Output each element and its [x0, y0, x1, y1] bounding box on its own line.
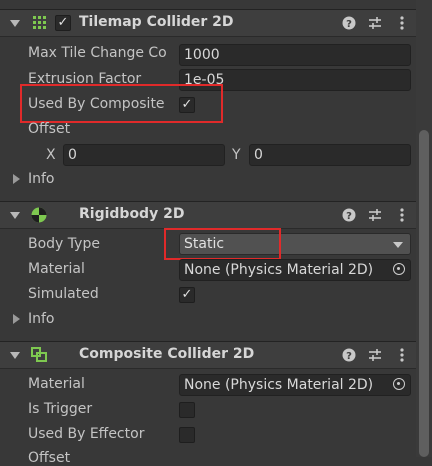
- scrollbar-thumb[interactable]: [419, 130, 429, 457]
- simulated-label: Simulated: [28, 286, 99, 302]
- svg-text:?: ?: [346, 211, 352, 222]
- object-picker-icon[interactable]: [393, 378, 405, 390]
- foldout-open-icon[interactable]: [10, 352, 20, 359]
- is-trigger-label: Is Trigger: [28, 401, 93, 417]
- svg-text:?: ?: [346, 351, 352, 362]
- more-options-icon[interactable]: [395, 348, 409, 362]
- composite-collider-header[interactable]: Composite Collider 2D ?: [0, 341, 416, 369]
- rigidbody-header[interactable]: Rigidbody 2D ?: [0, 201, 416, 229]
- material-value: None (Physics Material 2D): [184, 262, 374, 278]
- offset-label: Offset: [28, 121, 71, 137]
- offset-label: Offset: [28, 450, 71, 466]
- foldout-open-icon[interactable]: [10, 212, 20, 219]
- material-field[interactable]: None (Physics Material 2D): [179, 374, 411, 396]
- composite-collider-icon: [31, 347, 47, 362]
- offset-y-field[interactable]: 0: [249, 144, 411, 166]
- preset-icon[interactable]: [368, 16, 382, 30]
- used-by-effector-checkbox[interactable]: [179, 427, 195, 443]
- highlight-box-body-type: [164, 228, 281, 260]
- info-foldout-label[interactable]: Info: [28, 311, 55, 327]
- info-foldout-label[interactable]: Info: [28, 171, 55, 187]
- max-tile-change-label: Max Tile Change Co: [28, 45, 167, 61]
- material-label: Material: [28, 376, 85, 392]
- component-title: Tilemap Collider 2D: [79, 14, 234, 30]
- max-tile-change-field[interactable]: 1000: [179, 44, 411, 66]
- info-foldout-icon[interactable]: [13, 174, 20, 184]
- offset-y-label: Y: [232, 147, 241, 163]
- is-trigger-checkbox[interactable]: [179, 402, 195, 418]
- material-field[interactable]: None (Physics Material 2D): [179, 259, 411, 281]
- foldout-open-icon[interactable]: [10, 20, 20, 27]
- tilemap-collider-header[interactable]: ✓ Tilemap Collider 2D ?: [0, 9, 416, 37]
- material-label: Material: [28, 261, 85, 277]
- offset-x-label: X: [46, 147, 56, 163]
- svg-text:?: ?: [346, 19, 352, 30]
- more-options-icon[interactable]: [395, 208, 409, 222]
- chevron-down-icon: [393, 242, 403, 248]
- tilemap-collider-icon: [33, 16, 46, 29]
- rigidbody-icon: [31, 207, 47, 223]
- body-type-label: Body Type: [28, 236, 100, 252]
- offset-x-field[interactable]: 0: [63, 144, 225, 166]
- highlight-box-used-by-composite: [20, 84, 223, 123]
- more-options-icon[interactable]: [395, 16, 409, 30]
- component-title: Rigidbody 2D: [79, 206, 185, 222]
- component-title: Composite Collider 2D: [79, 346, 255, 362]
- simulated-checkbox[interactable]: ✓: [179, 287, 195, 303]
- component-enabled-checkbox[interactable]: ✓: [55, 15, 71, 31]
- help-icon[interactable]: ?: [342, 208, 356, 222]
- info-foldout-icon[interactable]: [13, 314, 20, 324]
- help-icon[interactable]: ?: [342, 348, 356, 362]
- help-icon[interactable]: ?: [342, 16, 356, 30]
- used-by-effector-label: Used By Effector: [28, 426, 145, 442]
- material-value: None (Physics Material 2D): [184, 377, 374, 393]
- preset-icon[interactable]: [368, 208, 382, 222]
- object-picker-icon[interactable]: [393, 263, 405, 275]
- preset-icon[interactable]: [368, 348, 382, 362]
